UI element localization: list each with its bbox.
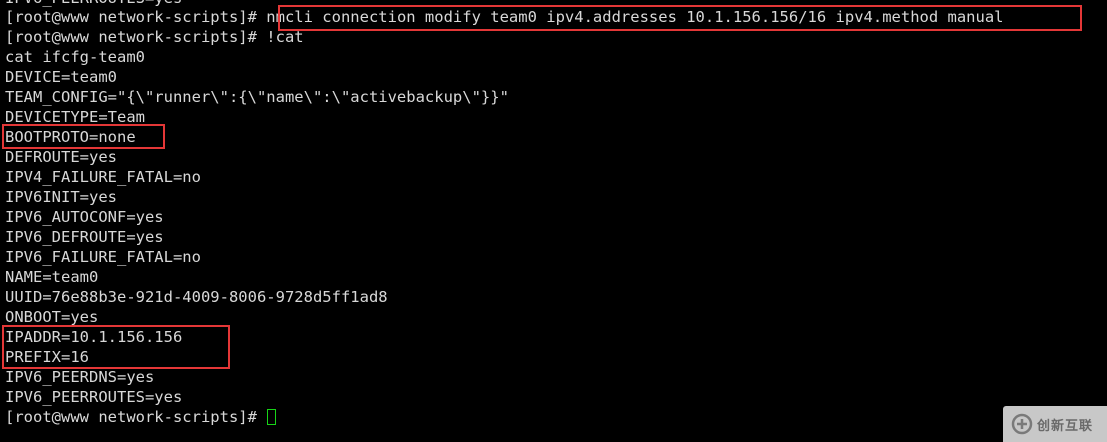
terminal-line-21[interactable]: [root@www network-scripts]# [5, 407, 277, 427]
terminal-line-14: NAME=team0 [5, 268, 99, 286]
terminal-line-17: IPADDR=10.1.156.156 [5, 328, 183, 346]
terminal-line-18: PREFIX=16 [5, 348, 89, 366]
terminal-line-6: DEVICETYPE=Team [5, 108, 145, 126]
terminal-line-2: [root@www network-scripts]# !cat [5, 27, 304, 47]
terminal-line-8: DEFROUTE=yes [5, 148, 117, 166]
terminal-window[interactable]: IPV6_PEERROUTES=yes [root@www network-sc… [0, 0, 1107, 442]
terminal-line-13: IPV6_FAILURE_FATAL=no [5, 248, 201, 266]
terminal-line-9: IPV4_FAILURE_FATAL=no [5, 168, 201, 186]
terminal-line-12: IPV6_DEFROUTE=yes [5, 228, 164, 246]
terminal-line-16: ONBOOT=yes [5, 308, 99, 326]
command-text: !cat [266, 28, 304, 46]
terminal-line-11: IPV6_AUTOCONF=yes [5, 208, 164, 226]
watermark-logo-icon [1011, 413, 1033, 435]
terminal-cursor [267, 409, 277, 425]
terminal-line-15: UUID=76e88b3e-921d-4009-8006-9728d5ff1ad… [5, 288, 388, 306]
terminal-line-4: DEVICE=team0 [5, 68, 117, 86]
terminal-line-19: IPV6_PEERDNS=yes [5, 368, 155, 386]
terminal-line-7: BOOTPROTO=none [5, 128, 136, 146]
terminal-line-5: TEAM_CONFIG="{\"runner\":{\"name\":\"act… [5, 88, 509, 106]
watermark: 创新互联 [1003, 406, 1107, 442]
terminal-line-20: IPV6_PEERROUTES=yes [5, 388, 183, 406]
watermark-text: 创新互联 [1037, 418, 1094, 434]
terminal-line-1: [root@www network-scripts]# nmcli connec… [5, 7, 1004, 27]
command-text: nmcli connection modify team0 ipv4.addre… [266, 8, 1004, 26]
shell-prompt: [root@www network-scripts]# [5, 28, 267, 46]
terminal-line-10: IPV6INIT=yes [5, 188, 117, 206]
terminal-line-3: cat ifcfg-team0 [5, 48, 145, 66]
shell-prompt: [root@www network-scripts]# [5, 408, 267, 426]
shell-prompt: [root@www network-scripts]# [5, 8, 267, 26]
